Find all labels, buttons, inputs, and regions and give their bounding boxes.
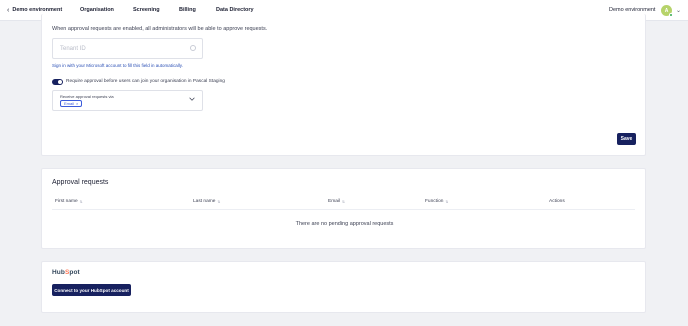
column-last-name[interactable]: Last name ⇅: [193, 199, 220, 204]
approval-settings-card: When approval requests are enabled, all …: [41, 14, 646, 156]
column-actions: Actions: [549, 199, 565, 204]
receive-requests-label: Receive approval requests via: [60, 94, 114, 99]
tab-screening[interactable]: Screening: [133, 7, 160, 13]
tab-data-directory[interactable]: Data Directory: [216, 7, 254, 13]
chip-remove-icon[interactable]: ×: [76, 101, 78, 106]
chevron-left-icon: ‹: [7, 6, 10, 14]
sort-icon: ⇅: [342, 199, 345, 204]
back-link[interactable]: ‹ Demo environment: [7, 6, 63, 14]
column-email[interactable]: Email ⇅: [328, 199, 345, 204]
connect-hubspot-button[interactable]: Connect to your HubSpot account: [52, 284, 131, 296]
column-email-label: Email: [328, 199, 340, 204]
hubspot-card: HubSpot Connect to your HubSpot account: [41, 261, 646, 313]
back-link-label: Demo environment: [12, 7, 63, 13]
require-approval-label: Require approval before users can join y…: [66, 79, 225, 84]
avatar-initial: A: [664, 7, 669, 14]
tenant-id-placeholder: Tenant ID: [60, 46, 86, 52]
save-button[interactable]: Save: [617, 133, 636, 145]
approval-description: When approval requests are enabled, all …: [52, 26, 268, 32]
tenant-id-input[interactable]: Tenant ID: [52, 38, 203, 59]
column-function-label: Function: [425, 199, 444, 204]
column-last-name-label: Last name: [193, 199, 216, 204]
microsoft-signin-link[interactable]: Sign in with your Microsoft account to f…: [52, 63, 183, 68]
chevron-down-icon: [189, 97, 195, 101]
sort-icon: ⇅: [445, 199, 449, 204]
sort-icon: ⇅: [217, 199, 221, 204]
email-chip-label: Email: [64, 101, 75, 106]
require-approval-toggle[interactable]: [52, 79, 63, 85]
approval-requests-card: Approval requests First name ⇅ Last name…: [41, 168, 646, 249]
empty-state: There are no pending approval requests: [295, 221, 394, 227]
column-function[interactable]: Function ⇅: [425, 199, 448, 204]
tab-billing[interactable]: Billing: [179, 7, 196, 13]
sort-icon: ⇅: [79, 199, 83, 204]
email-chip[interactable]: Email ×: [60, 100, 83, 107]
column-first-name-label: First name: [55, 199, 78, 204]
environment-name: Demo environment: [609, 7, 656, 13]
toggle-knob: [58, 80, 62, 84]
receive-requests-select[interactable]: Receive approval requests via Email ×: [52, 90, 203, 111]
approval-requests-title: Approval requests: [52, 179, 109, 186]
chevron-down-icon[interactable]: ⌄: [676, 7, 681, 14]
clear-icon[interactable]: [190, 45, 196, 51]
column-first-name[interactable]: First name ⇅: [55, 199, 83, 204]
hubspot-logo: HubSpot: [52, 269, 80, 276]
table-divider: [52, 209, 635, 210]
online-status-icon: [669, 13, 673, 17]
avatar[interactable]: A: [661, 5, 673, 17]
